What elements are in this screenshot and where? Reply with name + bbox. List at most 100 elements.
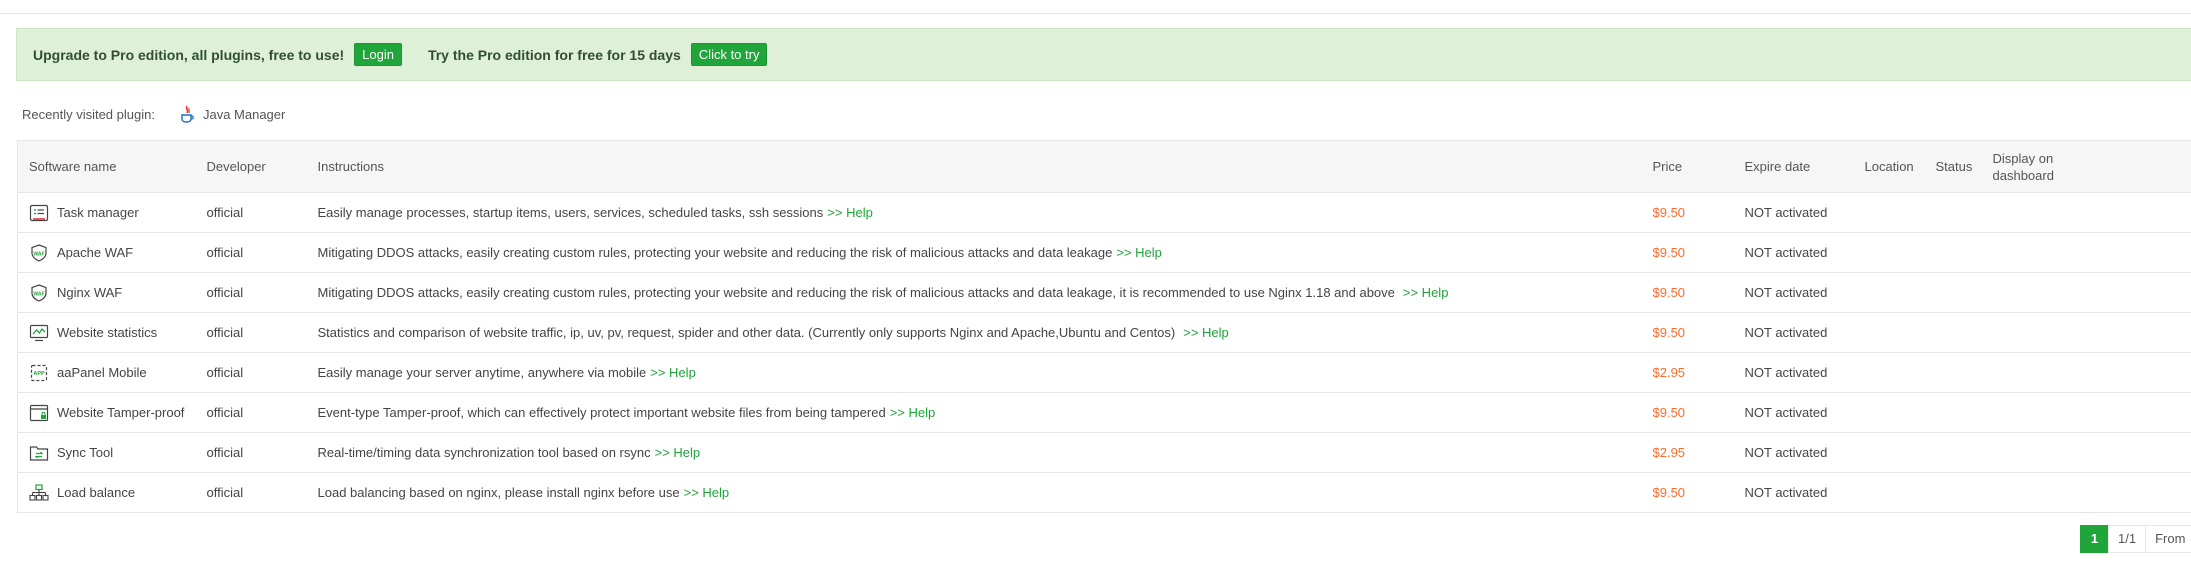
developer-cell: official <box>195 192 307 233</box>
pagination: 1 1/1 From <box>2080 525 2191 553</box>
location-cell <box>1853 352 1925 393</box>
table-row: Website Tamper-proof official Event-type… <box>17 392 2191 433</box>
status-cell <box>1924 272 1982 313</box>
table-row: WAF Nginx WAF official Mitigating DDOS a… <box>17 272 2191 313</box>
plugin-name-cell[interactable]: APP aaPanel Mobile <box>29 364 196 382</box>
plugin-table: Software name Developer Instructions Pri… <box>17 140 2191 513</box>
login-button[interactable]: Login <box>354 43 402 66</box>
location-cell <box>1853 232 1925 273</box>
table-row: Load balance official Load balancing bas… <box>17 472 2191 513</box>
recent-label: Recently visited plugin: <box>22 106 155 122</box>
header-display-label: Display on dashboard <box>1992 150 2054 183</box>
help-link[interactable]: >> Help <box>890 405 936 420</box>
help-link[interactable]: >> Help <box>1183 325 1229 340</box>
page-total: 1/1 <box>2108 525 2147 553</box>
plugin-name-cell[interactable]: Website Tamper-proof <box>29 404 196 422</box>
instructions-cell: Mitigating DDOS attacks, easily creating… <box>306 232 1642 273</box>
top-strip <box>0 0 2191 14</box>
table-row: APP aaPanel Mobile official Easily manag… <box>17 352 2191 393</box>
recent-plugins: Recently visited plugin: Java Manager <box>22 104 285 124</box>
display-cell <box>1981 472 2191 513</box>
display-cell <box>1981 192 2191 233</box>
developer-cell: official <box>195 272 307 313</box>
header-instructions: Instructions <box>306 140 1642 193</box>
location-cell <box>1853 192 1925 233</box>
task-icon <box>29 204 49 221</box>
page-from-label: From <box>2145 525 2191 553</box>
price-cell: $9.50 <box>1641 472 1734 513</box>
price-cell: $9.50 <box>1641 272 1734 313</box>
instructions-cell: Load balancing based on nginx, please in… <box>306 472 1642 513</box>
expire-cell: NOT activated <box>1733 232 1854 273</box>
developer-cell: official <box>195 432 307 473</box>
help-link[interactable]: >> Help <box>827 205 873 220</box>
help-link[interactable]: >> Help <box>1403 285 1449 300</box>
expire-cell: NOT activated <box>1733 352 1854 393</box>
price-cell: $9.50 <box>1641 232 1734 273</box>
developer-cell: official <box>195 472 307 513</box>
table-row: Website statistics official Statistics a… <box>17 312 2191 353</box>
shield-waf-icon: WAF <box>31 243 47 262</box>
header-name[interactable]: Software name <box>17 140 196 193</box>
folder-sync-icon <box>29 445 49 461</box>
developer-cell: official <box>195 232 307 273</box>
promo-banner: Upgrade to Pro edition, all plugins, fre… <box>16 28 2191 81</box>
status-cell <box>1924 432 1982 473</box>
instructions-cell: Event-type Tamper-proof, which can effec… <box>306 392 1642 433</box>
header-display: Display on dashboard <box>1981 140 2191 193</box>
location-cell <box>1853 392 1925 433</box>
instructions-cell: Easily manage your server anytime, anywh… <box>306 352 1642 393</box>
table-row: Sync Tool official Real-time/timing data… <box>17 432 2191 473</box>
price-cell: $9.50 <box>1641 392 1734 433</box>
instructions-cell: Easily manage processes, startup items, … <box>306 192 1642 233</box>
table-header-row: Software name Developer Instructions Pri… <box>17 140 2191 193</box>
recent-plugin-java[interactable]: Java Manager <box>179 105 285 123</box>
display-cell <box>1981 352 2191 393</box>
instructions-cell: Real-time/timing data synchronization to… <box>306 432 1642 473</box>
display-cell <box>1981 272 2191 313</box>
expire-cell: NOT activated <box>1733 272 1854 313</box>
header-price[interactable]: Price <box>1641 140 1734 193</box>
developer-cell: official <box>195 392 307 433</box>
promo-upgrade-text: Upgrade to Pro edition, all plugins, fre… <box>33 46 345 63</box>
developer-cell: official <box>195 312 307 353</box>
display-cell <box>1981 232 2191 273</box>
recent-plugin-label: Java Manager <box>202 106 286 122</box>
display-cell <box>1981 432 2191 473</box>
price-cell: $2.95 <box>1641 352 1734 393</box>
plugin-name-cell[interactable]: Task manager <box>29 204 196 222</box>
location-cell <box>1853 272 1925 313</box>
price-cell: $9.50 <box>1641 192 1734 233</box>
instructions-cell: Mitigating DDOS attacks, easily creating… <box>306 272 1642 313</box>
try-button[interactable]: Click to try <box>690 43 768 66</box>
table-row: WAF Apache WAF official Mitigating DDOS … <box>17 232 2191 273</box>
expire-cell: NOT activated <box>1733 192 1854 233</box>
help-link[interactable]: >> Help <box>684 485 730 500</box>
help-link[interactable]: >> Help <box>650 365 696 380</box>
expire-cell: NOT activated <box>1733 432 1854 473</box>
location-cell <box>1853 472 1925 513</box>
plugin-name-cell[interactable]: Website statistics <box>29 324 196 342</box>
status-cell <box>1924 472 1982 513</box>
status-cell <box>1924 392 1982 433</box>
header-expire[interactable]: Expire date <box>1733 140 1854 193</box>
promo-trial-text: Try the Pro edition for free for 15 days <box>427 46 681 63</box>
network-icon <box>29 483 49 501</box>
expire-cell: NOT activated <box>1733 312 1854 353</box>
page-current[interactable]: 1 <box>2080 525 2109 553</box>
app-icon: APP <box>30 364 48 381</box>
plugin-name-cell[interactable]: WAF Nginx WAF <box>29 283 196 302</box>
help-link[interactable]: >> Help <box>1116 245 1162 260</box>
chart-monitor-icon <box>29 324 49 341</box>
status-cell <box>1924 352 1982 393</box>
help-link[interactable]: >> Help <box>655 445 701 460</box>
plugin-name-cell[interactable]: WAF Apache WAF <box>29 243 196 262</box>
status-cell <box>1924 312 1982 353</box>
location-cell <box>1853 432 1925 473</box>
svg-text:APP: APP <box>33 371 45 377</box>
location-cell <box>1853 312 1925 353</box>
plugin-name-cell[interactable]: Sync Tool <box>29 444 196 462</box>
status-cell <box>1924 232 1982 273</box>
instructions-cell: Statistics and comparison of website tra… <box>306 312 1642 353</box>
plugin-name-cell[interactable]: Load balance <box>29 483 196 502</box>
